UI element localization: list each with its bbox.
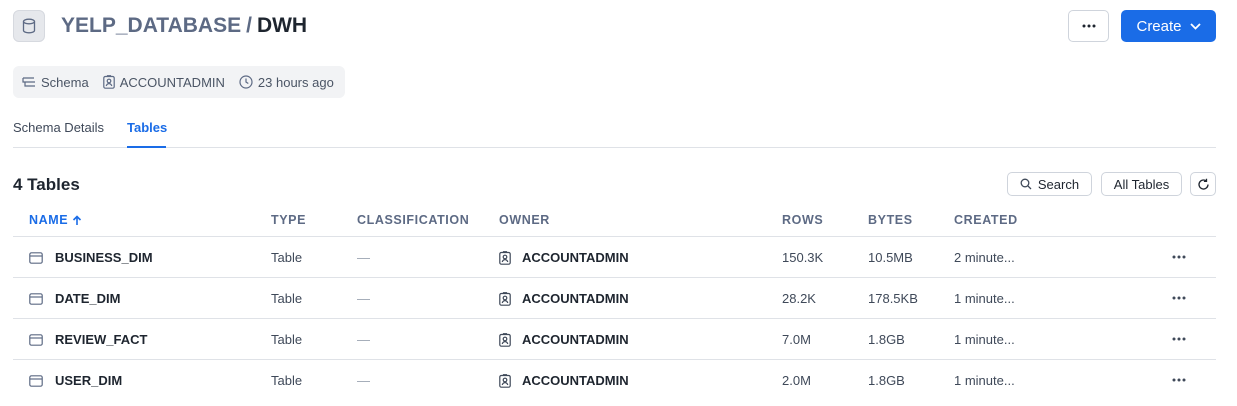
rows-count-cell: 28.2K	[782, 291, 816, 306]
rows-count-cell: 7.0M	[782, 332, 811, 347]
table-name-cell[interactable]: DATE_DIM	[29, 291, 120, 306]
table-icon	[29, 333, 43, 346]
table-icon	[29, 251, 43, 264]
table-name-cell[interactable]: REVIEW_FACT	[29, 332, 147, 347]
created-cell: 1 minute...	[954, 332, 1015, 347]
owner-badge-icon	[102, 75, 115, 89]
more-horizontal-icon	[1082, 24, 1095, 28]
refresh-icon	[1197, 178, 1209, 190]
database-icon	[13, 10, 45, 42]
bytes-cell: 178.5KB	[868, 291, 918, 306]
classification-cell: —	[357, 291, 370, 306]
table-type-cell: Table	[271, 250, 303, 265]
meta-updated: 23 hours ago	[239, 75, 334, 90]
row-more-actions-icon[interactable]	[1172, 255, 1186, 259]
rows-count-cell: 150.3K	[782, 250, 824, 265]
owner-badge-icon	[499, 373, 511, 388]
column-header-created[interactable]: CREATED	[954, 213, 1018, 227]
breadcrumb: YELP_DATABASE / DWH	[61, 13, 307, 39]
object-meta: Schema ACCOUNTADMIN 23 hours ago	[13, 66, 345, 98]
owner-cell: ACCOUNTADMIN	[499, 373, 629, 388]
column-header-type[interactable]: TYPE	[271, 213, 306, 227]
table-row[interactable]: USER_DIM Table — ACCOUNTADMIN 2.0M 1.8GB…	[13, 360, 1216, 401]
refresh-button[interactable]	[1190, 172, 1216, 196]
created-cell: 1 minute...	[954, 373, 1015, 388]
classification-cell: —	[357, 373, 370, 388]
column-header-name[interactable]: NAME	[29, 213, 82, 227]
table-name-cell[interactable]: BUSINESS_DIM	[29, 250, 153, 265]
more-actions-button[interactable]	[1068, 10, 1109, 42]
classification-cell: —	[357, 332, 370, 347]
bytes-cell: 10.5MB	[868, 250, 913, 265]
owner-cell: ACCOUNTADMIN	[499, 332, 629, 347]
tab-tables[interactable]: Tables	[127, 120, 167, 135]
column-header-bytes[interactable]: BYTES	[868, 213, 913, 227]
active-tab-indicator	[127, 146, 166, 148]
table-row[interactable]: DATE_DIM Table — ACCOUNTADMIN 28.2K 178.…	[13, 278, 1216, 319]
meta-type: Schema	[22, 75, 89, 90]
tab-schema-details[interactable]: Schema Details	[13, 120, 104, 135]
meta-owner: ACCOUNTADMIN	[102, 75, 225, 90]
create-button-label: Create	[1136, 17, 1182, 35]
created-cell: 2 minute...	[954, 250, 1015, 265]
owner-badge-icon	[499, 291, 511, 306]
breadcrumb-database[interactable]: YELP_DATABASE	[61, 14, 241, 37]
column-header-owner[interactable]: OWNER	[499, 213, 550, 227]
search-button[interactable]: Search	[1007, 172, 1092, 196]
row-more-actions-icon[interactable]	[1172, 378, 1186, 382]
created-cell: 1 minute...	[954, 291, 1015, 306]
owner-cell: ACCOUNTADMIN	[499, 291, 629, 306]
clock-icon	[239, 75, 253, 89]
owner-cell: ACCOUNTADMIN	[499, 250, 629, 265]
table-type-cell: Table	[271, 291, 303, 306]
rows-count-cell: 2.0M	[782, 373, 811, 388]
page-title: DWH	[256, 14, 308, 37]
tab-bar: Schema Details Tables	[13, 108, 1216, 148]
owner-badge-icon	[499, 332, 511, 347]
sort-ascending-icon	[73, 214, 82, 225]
chevron-down-icon	[1189, 22, 1201, 30]
row-more-actions-icon[interactable]	[1172, 296, 1186, 300]
bytes-cell: 1.8GB	[868, 373, 905, 388]
table-filter-dropdown[interactable]: All Tables	[1101, 172, 1182, 196]
column-header-rows[interactable]: ROWS	[782, 213, 823, 227]
create-button[interactable]: Create	[1121, 10, 1216, 42]
column-header-classification[interactable]: CLASSIFICATION	[357, 213, 469, 227]
bytes-cell: 1.8GB	[868, 332, 905, 347]
table-icon	[29, 292, 43, 305]
schema-icon	[22, 77, 35, 87]
table-header: NAME TYPE CLASSIFICATION OWNER ROWS BYTE…	[13, 203, 1216, 237]
search-icon	[1020, 178, 1032, 190]
breadcrumb-separator: /	[246, 14, 252, 37]
row-more-actions-icon[interactable]	[1172, 337, 1186, 341]
table-row[interactable]: BUSINESS_DIM Table — ACCOUNTADMIN 150.3K…	[13, 237, 1216, 278]
table-row[interactable]: REVIEW_FACT Table — ACCOUNTADMIN 7.0M 1.…	[13, 319, 1216, 360]
table-icon	[29, 374, 43, 387]
table-name-cell[interactable]: USER_DIM	[29, 373, 122, 388]
tables-count-title: 4 Tables	[13, 175, 80, 194]
owner-badge-icon	[499, 250, 511, 265]
classification-cell: —	[357, 250, 370, 265]
table-type-cell: Table	[271, 332, 303, 347]
table-type-cell: Table	[271, 373, 303, 388]
